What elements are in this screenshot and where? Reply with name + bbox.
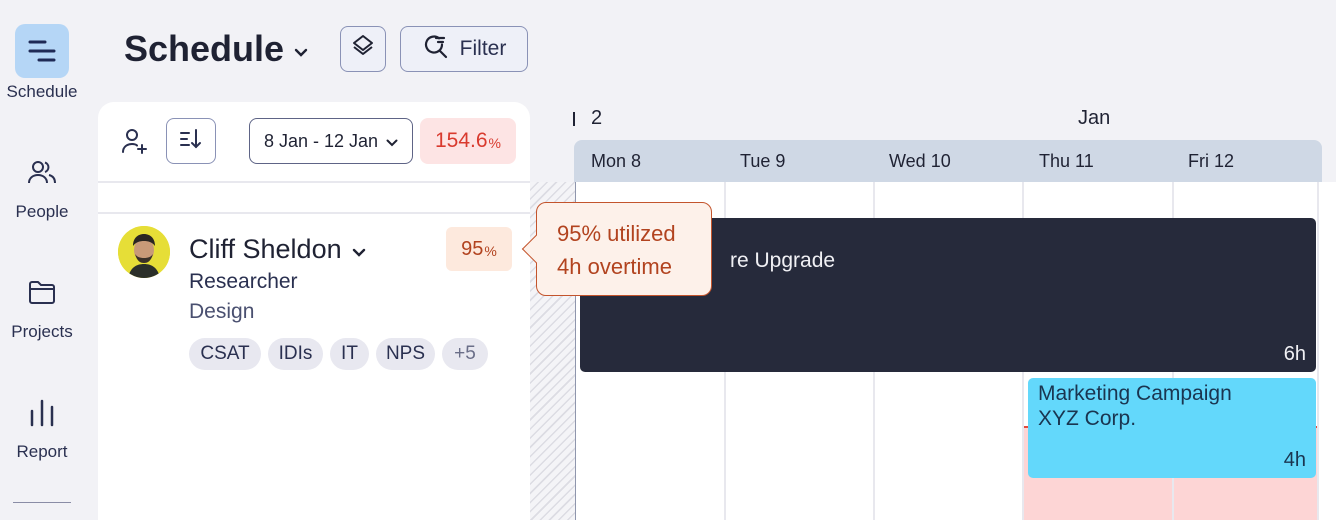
chevron-down-icon — [386, 131, 398, 152]
day-mon[interactable]: Mon 8 — [591, 140, 641, 182]
tooltip-utilized-text: utilized — [607, 221, 676, 246]
panel-toolbar: 8 Jan - 12 Jan 154.6% — [98, 102, 530, 182]
week-number: 2 — [591, 107, 603, 129]
filter-label: Filter — [459, 37, 507, 60]
bar-chart-icon — [15, 392, 69, 432]
people-icon — [15, 152, 69, 192]
task-title: Marketing Campaign — [1038, 382, 1232, 405]
day-number: 12 — [1214, 150, 1235, 171]
page-title-text: Schedule — [124, 28, 285, 69]
day-wed[interactable]: Wed 10 — [889, 140, 951, 182]
person-utilization-value: 95 — [461, 237, 484, 260]
nav-divider — [13, 502, 71, 503]
folder-icon — [15, 272, 69, 312]
month-label: Jan — [1078, 107, 1111, 129]
page-title[interactable]: Schedule — [124, 28, 308, 70]
day-name: Thu — [1039, 150, 1071, 171]
day-number: 10 — [930, 150, 951, 171]
task-subtitle: XYZ Corp. — [1038, 407, 1137, 430]
nav-item-schedule[interactable]: Schedule — [0, 24, 84, 102]
percent-sign: % — [484, 243, 497, 259]
day-number: 9 — [775, 150, 786, 171]
nav-item-people[interactable]: People — [0, 152, 84, 222]
add-person-icon[interactable] — [118, 124, 152, 158]
people-panel: 8 Jan - 12 Jan 154.6% Cliff Sheldon Rese… — [98, 102, 530, 520]
day-header: Mon 8 Tue 9 Wed 10 Thu 11 Fri 12 — [574, 140, 1322, 182]
date-range-value: 8 Jan - 12 Jan — [263, 130, 379, 151]
week-marker — [573, 112, 575, 126]
percent-sign: % — [488, 135, 501, 151]
nav-label: People — [15, 202, 69, 221]
day-number: 8 — [631, 150, 642, 171]
task-block[interactable]: Marketing Campaign XYZ Corp. 4h — [1028, 378, 1316, 478]
total-utilization-value: 154.6 — [434, 129, 488, 152]
person-utilization-badge[interactable]: 95% — [446, 227, 512, 271]
utilization-tooltip: 95% utilized 4h overtime — [521, 202, 712, 296]
tag-chip[interactable]: IT — [330, 338, 369, 370]
panel-divider — [98, 212, 530, 214]
grid-line — [1317, 182, 1319, 520]
tag-chip[interactable]: IDIs — [268, 338, 323, 370]
sort-button[interactable] — [166, 118, 216, 164]
panel-divider — [98, 181, 530, 183]
tooltip-utilized-line: 95% utilized — [557, 217, 711, 250]
person-department: Design — [189, 300, 255, 323]
task-hours: 6h — [1283, 343, 1306, 365]
nav-item-projects[interactable]: Projects — [0, 272, 84, 342]
nav-label: Report — [16, 442, 68, 461]
sort-icon — [178, 126, 204, 157]
day-name: Fri — [1188, 150, 1209, 171]
side-nav: Schedule People Projects Report — [0, 0, 84, 520]
person-role: Researcher — [189, 270, 298, 293]
layers-icon — [350, 33, 376, 65]
day-number: 11 — [1075, 150, 1094, 171]
filter-search-icon — [422, 32, 450, 66]
filter-button[interactable]: Filter — [400, 26, 528, 72]
day-name: Tue — [740, 150, 771, 171]
layers-button[interactable] — [340, 26, 386, 72]
task-hours: 4h — [1283, 449, 1306, 471]
tooltip-overtime-value: 4h — [557, 254, 582, 279]
tag-chip[interactable]: CSAT — [189, 338, 261, 370]
chevron-down-icon — [294, 42, 308, 63]
person-name[interactable]: Cliff Sheldon — [189, 234, 366, 265]
day-thu[interactable]: Thu 11 — [1039, 140, 1094, 182]
day-tue[interactable]: Tue 9 — [740, 140, 785, 182]
nav-label: Projects — [11, 322, 73, 341]
tooltip-utilized-value: 95% — [557, 221, 602, 246]
day-fri[interactable]: Fri 12 — [1188, 140, 1234, 182]
task-title: re Upgrade — [730, 249, 836, 272]
schedule-icon — [15, 24, 69, 78]
nav-item-report[interactable]: Report — [0, 392, 84, 462]
tooltip-overtime-text: overtime — [587, 254, 672, 279]
avatar[interactable] — [118, 226, 170, 278]
day-name: Wed — [889, 150, 926, 171]
month-row: 2 Jan — [530, 100, 1336, 136]
person-name-text: Cliff Sheldon — [189, 234, 342, 264]
day-name: Mon — [591, 150, 627, 171]
nav-label: Schedule — [6, 82, 78, 101]
total-utilization-badge: 154.6% — [420, 118, 516, 164]
chevron-down-icon — [352, 234, 366, 265]
tag-chip[interactable]: NPS — [376, 338, 435, 370]
tooltip-overtime-line: 4h overtime — [557, 250, 711, 283]
more-tags-chip[interactable]: +5 — [442, 338, 488, 370]
date-range-select[interactable]: 8 Jan - 12 Jan — [249, 118, 413, 164]
